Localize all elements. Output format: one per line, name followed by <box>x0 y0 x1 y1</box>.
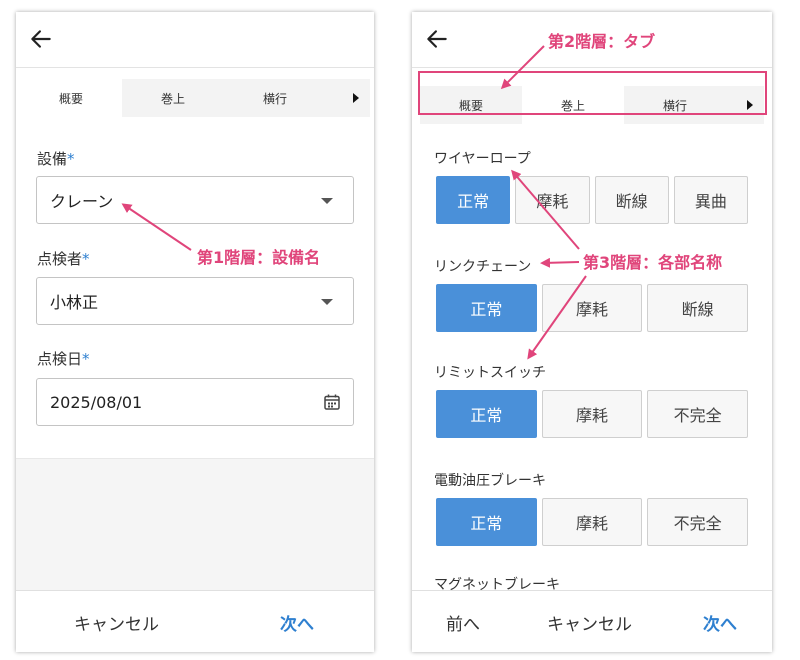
option-wear[interactable]: 摩耗 <box>541 498 643 546</box>
cancel-button[interactable]: キャンセル <box>547 610 632 635</box>
inspection-date-value: 2025/08/01 <box>50 392 143 412</box>
option-incomplete[interactable]: 不完全 <box>647 390 749 438</box>
tab-traverse[interactable]: 横行 <box>224 79 326 117</box>
left-screen: 概要 巻上 横行 設備* クレーン 点検者* 小林正 点検日* 2025/08/… <box>16 12 374 652</box>
inspection-date-input[interactable]: 2025/08/01 <box>36 378 354 426</box>
option-wear[interactable]: 摩耗 <box>541 390 643 438</box>
part-options-link-chain: 正常 摩耗 断線 <box>436 284 749 332</box>
tab-hoist[interactable]: 巻上 <box>122 79 224 117</box>
header <box>16 12 374 68</box>
option-broken[interactable]: 断線 <box>647 284 749 332</box>
part-options-hydraulic-brake: 正常 摩耗 不完全 <box>436 498 749 546</box>
option-bent[interactable]: 異曲 <box>673 176 748 224</box>
part-label-hydraulic-brake: 電動油圧ブレーキ <box>434 473 546 489</box>
annotation-level2: 第2階層：タブ <box>548 32 656 51</box>
chevron-down-icon <box>321 299 333 305</box>
next-button[interactable]: 次へ <box>280 610 314 635</box>
inspection-date-label: 点検日* <box>37 350 90 368</box>
chevron-down-icon <box>321 198 333 204</box>
annotation-level1: 第1階層：設備名 <box>197 248 321 267</box>
inspector-value: 小林正 <box>50 293 99 312</box>
option-normal[interactable]: 正常 <box>436 390 537 438</box>
back-arrow-icon[interactable] <box>28 26 54 52</box>
part-label-wire-rope: ワイヤーロープ <box>434 151 531 167</box>
tab-scroll-right-icon[interactable] <box>342 79 370 117</box>
inspector-select[interactable]: 小林正 <box>36 277 354 325</box>
equipment-select[interactable]: クレーン <box>36 176 354 224</box>
inspector-label: 点検者* <box>37 250 90 268</box>
option-normal[interactable]: 正常 <box>436 176 511 224</box>
part-label-limit-switch: リミットスイッチ <box>434 365 546 381</box>
option-wear[interactable]: 摩耗 <box>515 176 590 224</box>
part-options-limit-switch: 正常 摩耗 不完全 <box>436 390 749 438</box>
option-incomplete[interactable]: 不完全 <box>647 498 749 546</box>
tab-highlight-box <box>418 71 767 115</box>
back-arrow-icon[interactable] <box>424 26 450 52</box>
equipment-value: クレーン <box>50 192 114 211</box>
part-label-link-chain: リンクチェーン <box>434 259 532 275</box>
next-button[interactable]: 次へ <box>703 610 737 635</box>
option-wear[interactable]: 摩耗 <box>541 284 643 332</box>
prev-button[interactable]: 前へ <box>446 610 480 635</box>
footer: 前へ キャンセル 次へ <box>412 590 772 652</box>
equipment-label: 設備* <box>37 150 75 168</box>
option-broken[interactable]: 断線 <box>594 176 669 224</box>
cancel-button[interactable]: キャンセル <box>74 610 159 635</box>
part-options-wire-rope: 正常 摩耗 断線 異曲 <box>436 176 748 224</box>
option-normal[interactable]: 正常 <box>436 498 537 546</box>
footer: キャンセル 次へ <box>16 590 374 652</box>
tab-bar: 概要 巻上 横行 <box>20 79 370 117</box>
tab-overview[interactable]: 概要 <box>20 79 122 117</box>
empty-area <box>16 458 374 590</box>
option-normal[interactable]: 正常 <box>436 284 537 332</box>
calendar-icon[interactable] <box>323 393 341 411</box>
annotation-level3: 第3階層：各部名称 <box>583 253 723 272</box>
